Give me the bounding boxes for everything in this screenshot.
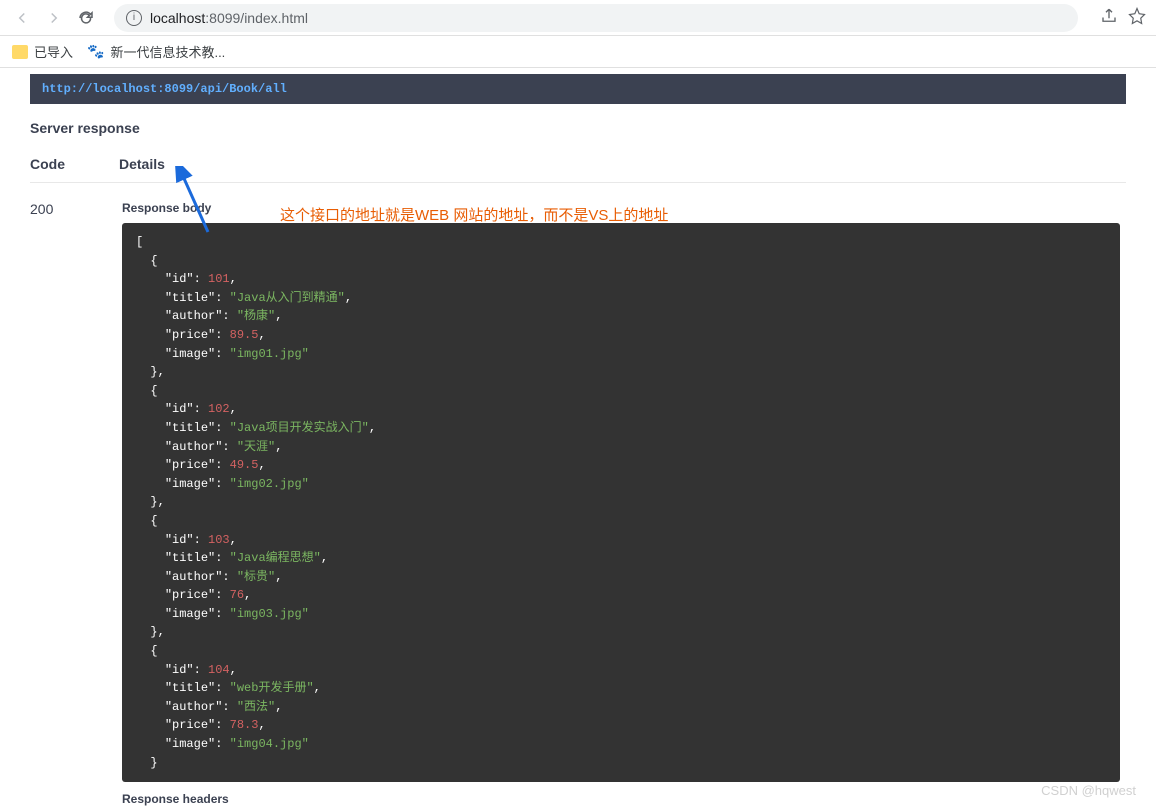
response-body[interactable]: [ { "id": 101, "title": "Java从入门到精通", "a…	[122, 223, 1120, 782]
forward-button[interactable]	[42, 6, 66, 30]
paw-icon: 🐾	[87, 43, 104, 60]
status-code: 200	[30, 201, 122, 806]
folder-icon	[12, 45, 28, 59]
back-button[interactable]	[10, 6, 34, 30]
request-url-link[interactable]: http://localhost:8099/api/Book/all	[42, 82, 287, 96]
watermark: CSDN @hqwest	[1041, 783, 1136, 798]
bookmarks-bar: 已导入 🐾 新一代信息技术教...	[0, 36, 1156, 68]
request-url-bar: http://localhost:8099/api/Book/all	[30, 74, 1126, 104]
address-text: localhost:8099/index.html	[150, 10, 308, 26]
details-header: Details	[119, 156, 165, 172]
content-area: http://localhost:8099/api/Book/all 这个接口的…	[0, 74, 1156, 806]
server-response-heading: Server response	[30, 120, 1126, 136]
site-info-icon[interactable]: i	[126, 10, 142, 26]
bookmark-label: 已导入	[34, 42, 73, 61]
address-bar[interactable]: i localhost:8099/index.html	[114, 4, 1078, 32]
star-icon[interactable]	[1128, 7, 1146, 28]
response-headers-label: Response headers	[122, 792, 1126, 806]
annotation-text: 这个接口的地址就是WEB 网站的地址，而不是VS上的地址	[280, 204, 668, 225]
share-icon[interactable]	[1100, 7, 1118, 28]
bookmark-item[interactable]: 🐾 新一代信息技术教...	[87, 42, 225, 61]
bookmark-import-folder[interactable]: 已导入	[12, 42, 73, 61]
bookmark-label: 新一代信息技术教...	[110, 42, 225, 61]
code-header: Code	[30, 156, 65, 172]
reload-button[interactable]	[74, 6, 98, 30]
browser-toolbar: i localhost:8099/index.html	[0, 0, 1156, 36]
